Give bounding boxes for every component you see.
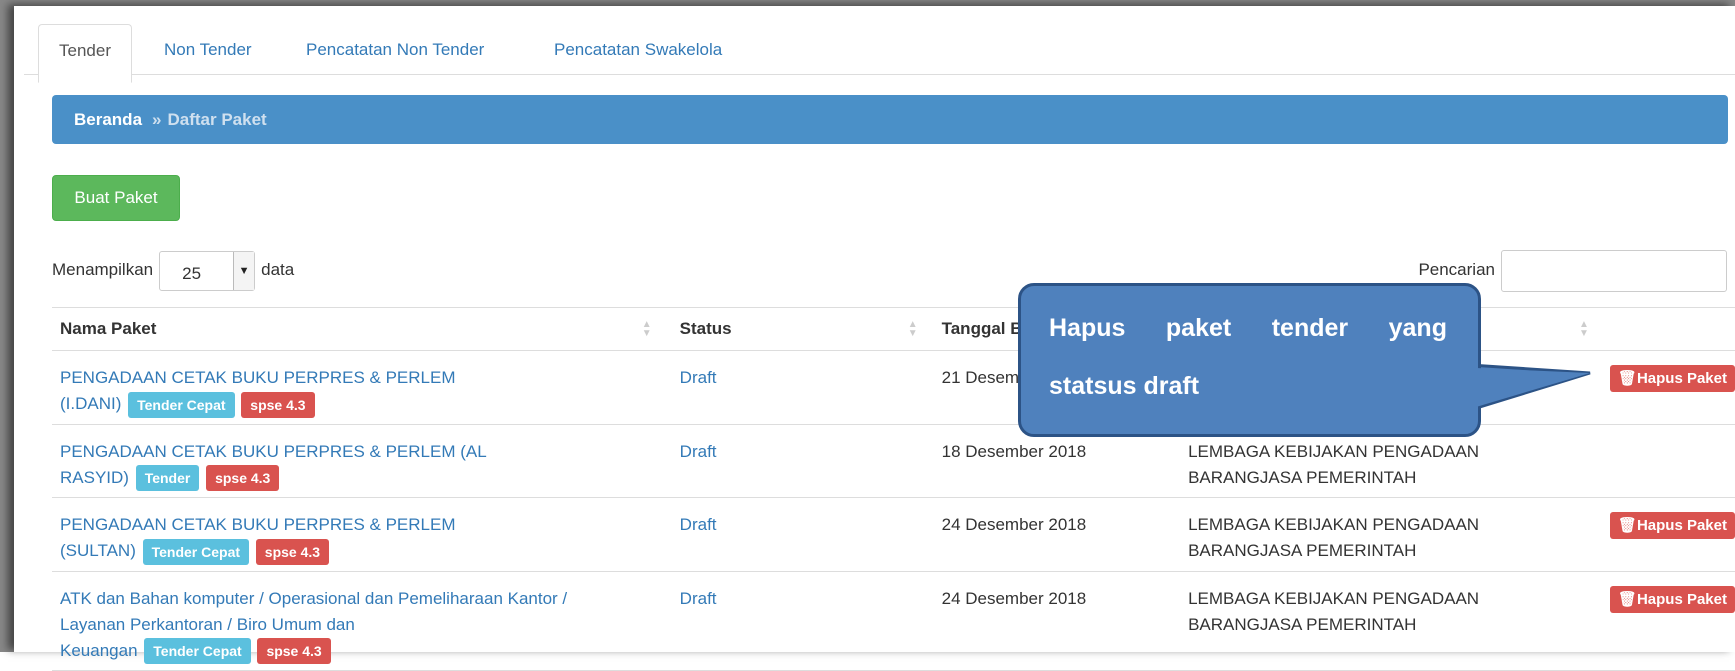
trash-icon: 🗑 (1617, 370, 1637, 387)
package-name-link[interactable]: PENGADAAN CETAK BUKU PERPRES & PERLEM (60, 368, 456, 387)
status-link[interactable]: Draft (680, 368, 717, 387)
status-cell: Draft (659, 497, 926, 572)
agency-line1: LEMBAGA KEBIJAKAN PENGADAAN (1188, 588, 1480, 608)
package-name-cell: PENGADAAN CETAK BUKU PERPRES & PERLEM (I… (52, 350, 660, 425)
package-table: Nama Paket ▲ ▼ Status ▲ ▼ Tanggal B ▲ ▼ PENGA… (52, 307, 1735, 671)
sort-icon: ▲ ▼ (641, 319, 652, 339)
status-cell: Draft (659, 350, 926, 425)
tab-tender[interactable]: Tender (38, 24, 132, 83)
table-row: PENGADAAN CETAK BUKU PERPRES & PERLEM (S… (52, 497, 1735, 572)
callout-word: tender (1271, 314, 1349, 342)
action-cell (1596, 424, 1735, 499)
delete-package-button[interactable]: 🗑Hapus Paket (1609, 585, 1735, 613)
sort-icon: ▲ ▼ (1579, 319, 1589, 339)
callout-word: Hapus (1049, 314, 1126, 342)
tab-non-tender[interactable]: Non Tender (144, 24, 272, 80)
col-action (1596, 307, 1735, 351)
table-row: ATK dan Bahan komputer / Operasional dan… (52, 571, 1735, 671)
length-prefix: Menampilkan (52, 260, 154, 279)
delete-package-button[interactable]: 🗑Hapus Paket (1609, 365, 1735, 392)
package-name-link[interactable]: PENGADAAN CETAK BUKU PERPRES & PERLEM (A… (60, 442, 487, 461)
status-link[interactable]: Draft (680, 589, 717, 608)
callout-word: paket (1165, 314, 1232, 342)
version-badge: spse 4.3 (255, 538, 330, 565)
type-badge: Tender (135, 465, 200, 492)
status-link[interactable]: Draft (680, 442, 717, 461)
create-package-button[interactable]: Buat Paket (52, 175, 180, 221)
version-badge: spse 4.3 (257, 638, 331, 665)
package-name-link[interactable]: ATK dan Bahan komputer / Operasional dan… (60, 589, 567, 608)
table-row: PENGADAAN CETAK BUKU PERPRES & PERLEM (A… (52, 424, 1735, 499)
search-input[interactable] (1501, 249, 1727, 292)
length-suffix: data (261, 260, 295, 279)
status-cell: Draft (659, 571, 926, 671)
type-badge: Tender Cepat (128, 391, 235, 418)
tab-pencatatan-non-tender[interactable]: Pencatatan Non Tender (286, 24, 504, 80)
page-length-control: Menampilkan 25 ▼ data (52, 250, 295, 291)
package-name-link-cont[interactable]: Layanan Perkantoran / Biro Umum dan (60, 615, 355, 634)
agency-line2: BARANGJASA PEMERINTAH (1188, 614, 1417, 634)
package-name-link-cont[interactable]: RASYID) (60, 468, 129, 487)
col-nama-paket[interactable]: Nama Paket ▲ ▼ (52, 307, 660, 351)
table-header-row: Nama Paket ▲ ▼ Status ▲ ▼ Tanggal B ▲ ▼ (52, 307, 1735, 351)
version-badge: spse 4.3 (206, 465, 280, 492)
type-badge: Tender Cepat (144, 638, 251, 665)
package-name-link[interactable]: PENGADAAN CETAK BUKU PERPRES & PERLEM (60, 515, 456, 534)
status-link[interactable]: Draft (680, 515, 717, 534)
agency-line1: LEMBAGA KEBIJAKAN PENGADAAN (1188, 441, 1480, 461)
caret-down-icon: ▼ (233, 251, 255, 290)
trash-icon: 🗑 (1617, 517, 1637, 535)
package-name-link-cont[interactable]: (I.DANI) (60, 394, 121, 413)
action-cell: 🗑Hapus Paket (1596, 350, 1735, 425)
col-status[interactable]: Status ▲ ▼ (659, 307, 926, 351)
package-name-cell: PENGADAAN CETAK BUKU PERPRES & PERLEM (A… (52, 424, 660, 499)
search-label: Pencarian (1418, 260, 1495, 279)
package-name-link-cont[interactable]: (SULTAN) (60, 541, 136, 560)
date-cell: 24 Desember 2018 (925, 571, 1189, 671)
breadcrumb: Beranda » Daftar Paket (52, 95, 1728, 144)
callout-word: yang (1388, 314, 1447, 342)
agency-cell: LEMBAGA KEBIJAKAN PENGADAAN BARANGJASA PE… (1188, 571, 1597, 671)
action-cell: 🗑Hapus Paket (1596, 571, 1735, 671)
callout-line-2: statsus draft (1049, 372, 1200, 400)
agency-line2: BARANGJASA PEMERINTAH (1188, 467, 1417, 487)
table-row: PENGADAAN CETAK BUKU PERPRES & PERLEM (I… (52, 350, 1735, 425)
callout-annotation: Hapus paket tender yang statsus draft (1018, 283, 1481, 437)
date-cell: 24 Desember 2018 (925, 497, 1189, 572)
breadcrumb-current: Daftar Paket (167, 110, 267, 129)
tab-bar: Tender Non Tender Pencatatan Non Tender … (24, 16, 1735, 83)
agency-line1: LEMBAGA KEBIJAKAN PENGADAAN (1188, 515, 1480, 535)
delete-package-button[interactable]: 🗑Hapus Paket (1609, 512, 1735, 540)
page-length-value: 25 (182, 263, 202, 283)
page-length-select[interactable]: 25 ▼ (159, 250, 256, 291)
package-name-link-cont[interactable]: Keuangan (60, 641, 138, 660)
agency-line2: BARANGJASA PEMERINTAH (1188, 541, 1417, 561)
package-name-cell: PENGADAAN CETAK BUKU PERPRES & PERLEM (S… (52, 497, 660, 572)
action-cell: 🗑Hapus Paket (1596, 497, 1735, 572)
trash-icon: 🗑 (1617, 590, 1637, 608)
status-cell: Draft (659, 424, 926, 499)
package-name-cell: ATK dan Bahan komputer / Operasional dan… (52, 571, 660, 671)
version-badge: spse 4.3 (241, 391, 315, 418)
breadcrumb-home-link[interactable]: Beranda (74, 110, 142, 129)
callout-line-1: Hapus paket tender yang (1049, 314, 1447, 343)
type-badge: Tender Cepat (142, 538, 250, 565)
agency-cell: LEMBAGA KEBIJAKAN PENGADAAN BARANGJASA PE… (1188, 497, 1597, 572)
breadcrumb-separator: » (152, 110, 162, 129)
tab-pencatatan-swakelola[interactable]: Pencatatan Swakelola (534, 24, 742, 80)
sort-icon: ▲ ▼ (907, 319, 918, 339)
